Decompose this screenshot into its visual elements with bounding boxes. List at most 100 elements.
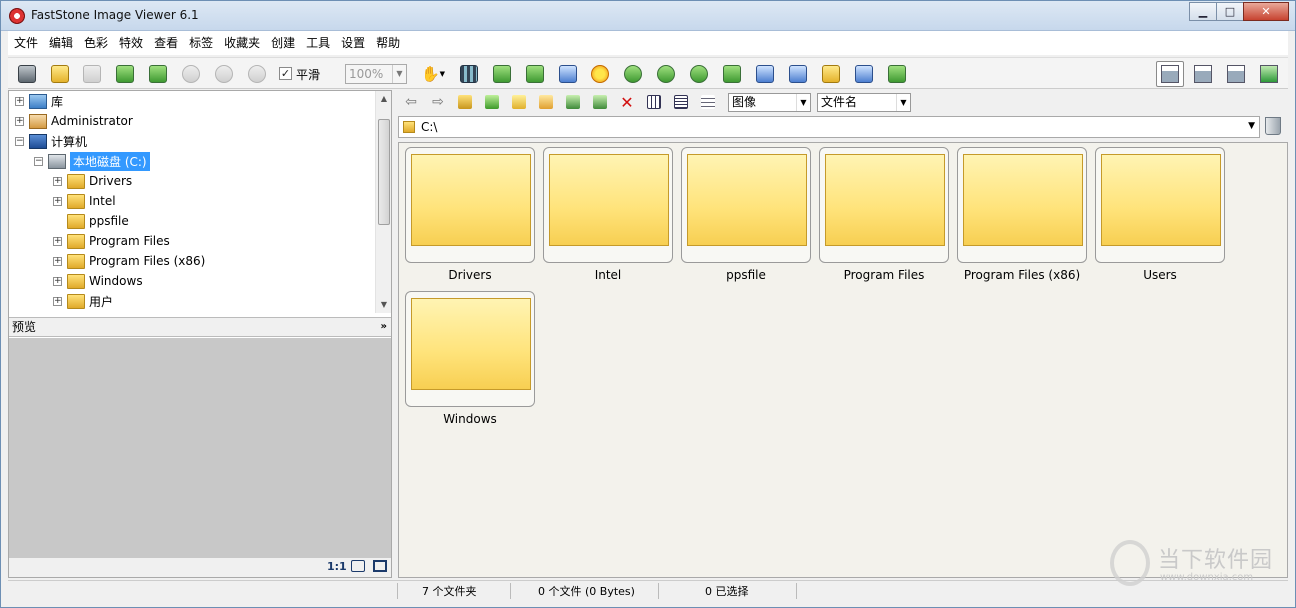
menu-create[interactable]: 创建 bbox=[265, 31, 300, 55]
tree-item-intel[interactable]: + Intel bbox=[53, 191, 116, 211]
copy-to-icon[interactable] bbox=[564, 94, 582, 110]
next-image-icon[interactable] bbox=[147, 63, 169, 85]
forward-arrow-icon[interactable]: ⇨ bbox=[429, 94, 447, 110]
zoom-out-icon[interactable] bbox=[213, 63, 235, 85]
expand-icon[interactable]: + bbox=[53, 236, 62, 246]
save-icon[interactable] bbox=[81, 63, 103, 85]
chevron-down-icon[interactable]: ▼ bbox=[392, 65, 406, 83]
menu-colors[interactable]: 色彩 bbox=[78, 31, 113, 55]
rotate-right-icon[interactable] bbox=[688, 63, 710, 85]
tree-item-ppsfile[interactable]: ppsfile bbox=[53, 211, 129, 231]
menu-help[interactable]: 帮助 bbox=[370, 31, 405, 55]
color-balance-icon[interactable] bbox=[557, 63, 579, 85]
thumbnail-item[interactable]: Windows bbox=[405, 291, 535, 426]
zoom-in-icon[interactable] bbox=[180, 63, 202, 85]
file-filter-select[interactable]: 图像 ▼ bbox=[728, 93, 811, 112]
minimize-button[interactable]: ▁ bbox=[1189, 2, 1216, 21]
fit-window-icon[interactable] bbox=[351, 560, 365, 572]
menu-file[interactable]: 文件 bbox=[8, 31, 43, 55]
tree-item-program-files-x86[interactable]: + Program Files (x86) bbox=[53, 251, 205, 271]
fullscreen-icon[interactable] bbox=[1255, 61, 1283, 87]
move-to-icon[interactable] bbox=[591, 94, 609, 110]
email-icon[interactable] bbox=[820, 63, 842, 85]
print-icon[interactable] bbox=[853, 63, 875, 85]
menu-edit[interactable]: 编辑 bbox=[43, 31, 78, 55]
layout-browser-icon[interactable] bbox=[1156, 61, 1184, 87]
path-combobox[interactable]: C:\ ▼ bbox=[398, 116, 1260, 138]
chevron-down-icon[interactable]: ▼ bbox=[796, 94, 810, 111]
thumbnail-item[interactable]: ppsfile bbox=[681, 147, 811, 282]
hand-tool-icon[interactable]: ✋ ▼ bbox=[418, 63, 448, 85]
smooth-checkbox[interactable]: ✓ bbox=[279, 67, 292, 80]
thumbnail-item[interactable]: Program Files (x86) bbox=[957, 147, 1087, 282]
actual-size-icon[interactable] bbox=[246, 63, 268, 85]
expand-icon[interactable]: + bbox=[53, 256, 62, 266]
thumbnail-item[interactable]: Users bbox=[1095, 147, 1225, 282]
rotate-left-icon[interactable] bbox=[655, 63, 677, 85]
actual-size-button[interactable]: 1:1 bbox=[327, 560, 347, 573]
list-view-icon[interactable] bbox=[672, 94, 690, 110]
expand-icon[interactable]: + bbox=[53, 276, 62, 286]
up-folder-icon[interactable] bbox=[456, 94, 474, 110]
favorites-icon[interactable] bbox=[510, 94, 528, 110]
layout-full-icon[interactable] bbox=[1222, 61, 1250, 87]
thumbnails-view-icon[interactable] bbox=[645, 94, 663, 110]
draw-icon[interactable] bbox=[787, 63, 809, 85]
tree-item-windows[interactable]: + Windows bbox=[53, 271, 143, 291]
stamp-icon[interactable] bbox=[622, 63, 644, 85]
compare-icon[interactable] bbox=[721, 63, 743, 85]
slideshow-icon[interactable] bbox=[458, 63, 480, 85]
title-bar[interactable]: FastStone Image Viewer 6.1 ▁ □ ✕ bbox=[1, 1, 1295, 31]
expand-icon[interactable]: + bbox=[53, 176, 62, 186]
scroll-up-icon[interactable]: ▲ bbox=[376, 91, 392, 107]
thumbnail-item[interactable]: Program Files bbox=[819, 147, 949, 282]
layout-preview-icon[interactable] bbox=[1189, 61, 1217, 87]
refresh-icon[interactable] bbox=[483, 94, 501, 110]
collapse-icon[interactable]: − bbox=[34, 156, 43, 166]
tree-item-computer[interactable]: − 计算机 bbox=[15, 131, 87, 151]
menu-tags[interactable]: 标签 bbox=[183, 31, 218, 55]
batch-convert-icon[interactable] bbox=[886, 63, 908, 85]
details-view-icon[interactable] bbox=[699, 94, 717, 110]
menu-effects[interactable]: 特效 bbox=[113, 31, 148, 55]
sort-select[interactable]: 文件名 ▼ bbox=[817, 93, 911, 112]
collapse-preview-icon[interactable]: » bbox=[381, 318, 387, 336]
scroll-down-icon[interactable]: ▼ bbox=[376, 297, 392, 313]
chevron-down-icon[interactable]: ▼ bbox=[1248, 121, 1255, 131]
delete-icon[interactable]: ✕ bbox=[618, 93, 636, 112]
previous-image-icon[interactable] bbox=[114, 63, 136, 85]
maximize-button[interactable]: □ bbox=[1216, 2, 1243, 21]
scrollbar-thumb[interactable] bbox=[378, 119, 390, 225]
expand-icon[interactable]: + bbox=[15, 116, 24, 126]
crop-icon[interactable] bbox=[524, 63, 546, 85]
tree-item-library[interactable]: + 库 bbox=[15, 91, 63, 111]
thumbnail-item[interactable]: Drivers bbox=[405, 147, 535, 282]
tree-item-drivers[interactable]: + Drivers bbox=[53, 171, 132, 191]
close-button[interactable]: ✕ bbox=[1243, 2, 1289, 21]
menu-tools[interactable]: 工具 bbox=[300, 31, 335, 55]
new-folder-icon[interactable] bbox=[537, 94, 555, 110]
menu-favorites[interactable]: 收藏夹 bbox=[218, 31, 265, 55]
brightness-icon[interactable] bbox=[589, 63, 611, 85]
chevron-down-icon[interactable]: ▼ bbox=[896, 94, 910, 111]
expand-icon[interactable]: + bbox=[53, 196, 62, 206]
thumbnail-item[interactable]: Intel bbox=[543, 147, 673, 282]
resize-icon[interactable] bbox=[491, 63, 513, 85]
back-arrow-icon[interactable]: ⇦ bbox=[402, 94, 420, 110]
menu-settings[interactable]: 设置 bbox=[335, 31, 370, 55]
camera-icon[interactable] bbox=[16, 63, 38, 85]
zoom-combobox[interactable]: 100% ▼ bbox=[345, 64, 407, 84]
expand-icon[interactable]: + bbox=[53, 296, 62, 306]
trash-icon[interactable] bbox=[1265, 117, 1281, 135]
menu-view[interactable]: 查看 bbox=[148, 31, 183, 55]
tree-item-local-disk-c[interactable]: − 本地磁盘 (C:) bbox=[34, 151, 150, 171]
tree-item-program-files[interactable]: + Program Files bbox=[53, 231, 170, 251]
full-screen-preview-icon[interactable] bbox=[373, 560, 387, 572]
tree-item-administrator[interactable]: + Administrator bbox=[15, 111, 133, 131]
tree-scrollbar[interactable]: ▲ ▼ bbox=[375, 91, 391, 313]
slideshow-window-icon[interactable] bbox=[754, 63, 776, 85]
open-folder-icon[interactable] bbox=[49, 63, 71, 85]
tree-item-users[interactable]: + 用户 bbox=[53, 291, 113, 311]
expand-icon[interactable]: + bbox=[15, 96, 24, 106]
collapse-icon[interactable]: − bbox=[15, 136, 24, 146]
